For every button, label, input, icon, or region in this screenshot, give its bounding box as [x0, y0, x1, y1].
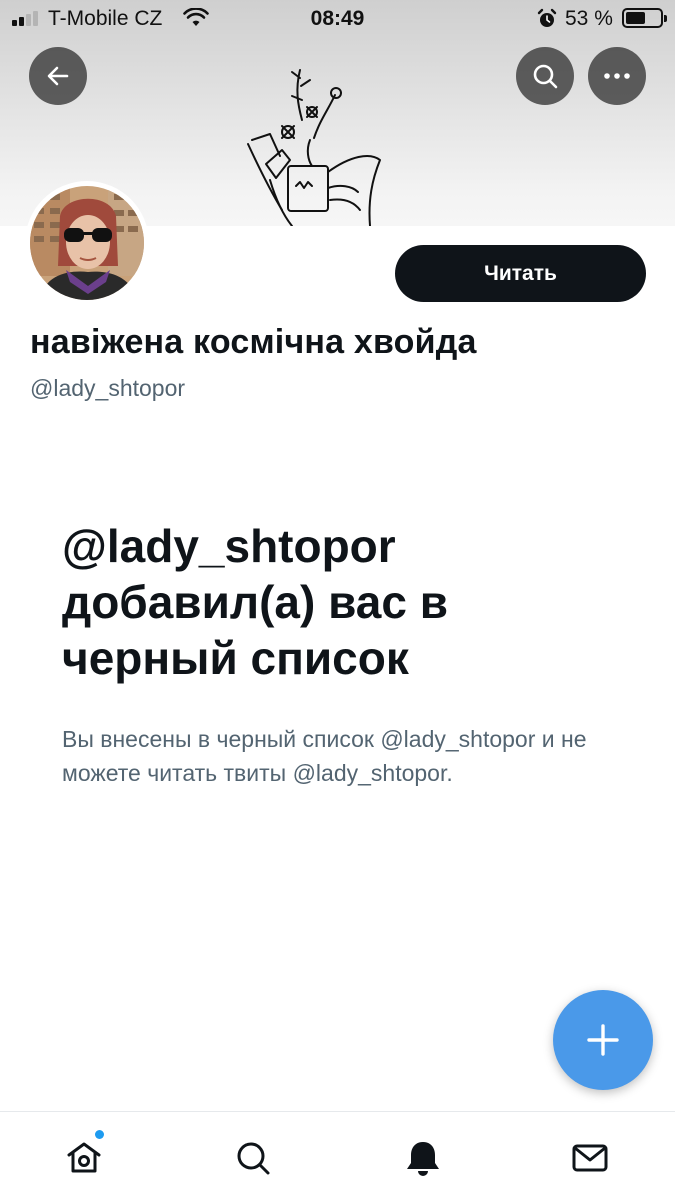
more-horizontal-icon: [604, 73, 630, 79]
bell-icon: [407, 1142, 439, 1176]
battery-percent: 53 %: [565, 7, 613, 30]
follow-button[interactable]: Читать: [395, 245, 646, 302]
tab-notifications[interactable]: [401, 1136, 445, 1180]
profile-username: @lady_shtopor: [30, 375, 186, 401]
tab-messages[interactable]: [568, 1136, 612, 1180]
home-notification-dot: [95, 1130, 104, 1139]
back-button[interactable]: [29, 47, 87, 105]
search-icon: [533, 64, 558, 89]
blocked-notice-description: Вы внесены в черный список @lady_shtopor…: [62, 726, 587, 786]
tab-search[interactable]: [231, 1136, 275, 1180]
profile-display-name: навіжена космічна хвойда: [30, 323, 477, 361]
alarm-icon: [537, 8, 557, 27]
home-icon: [67, 1142, 101, 1173]
status-bar: T-Mobile CZ 08:49 53 %: [0, 0, 675, 40]
search-button[interactable]: [516, 47, 574, 105]
search-icon: [237, 1142, 270, 1175]
avatar[interactable]: [25, 181, 149, 305]
avatar-image: [30, 186, 144, 300]
tab-home[interactable]: [62, 1136, 106, 1180]
plus-icon: [587, 1024, 619, 1056]
arrow-left-icon: [47, 66, 69, 86]
mail-icon: [572, 1144, 608, 1172]
battery-icon: [622, 8, 667, 28]
blocked-notice-title: @lady_shtopor добавил(а) вас в черный сп…: [62, 520, 448, 684]
banner-illustration: [247, 69, 381, 226]
more-options-button[interactable]: [588, 47, 646, 105]
compose-tweet-button[interactable]: [553, 990, 653, 1090]
bottom-tab-bar: [0, 1111, 675, 1200]
